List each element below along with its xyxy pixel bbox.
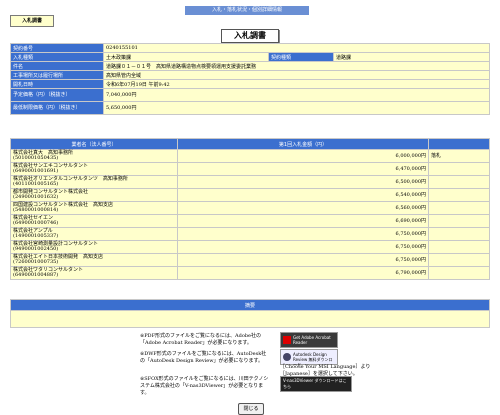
corporate-number: (7260001000735): [13, 259, 59, 265]
bidder-cell: 株式会社オリエンタルコンサルタンツ 高知事務所 (4011001005165): [10, 175, 178, 189]
autodesk-badge[interactable]: Autodesk Design Review 無料ダウンロード: [280, 349, 338, 367]
bid-remark: [428, 266, 490, 280]
bidder-cell: 株式会社サンエキコンサルタント (6490001001691): [10, 162, 178, 176]
info-value: 令和6年07月19日 午前9:42: [103, 79, 490, 89]
bid-remark: [428, 240, 490, 254]
info-row: 開札日時 令和6年07月19日 午前9:42: [10, 79, 490, 89]
bidder-cell: 都市開発コンサルタント株式会社 (2490001001632): [10, 188, 178, 202]
vnas-badge-label: V-nas3DViewer ダウンロードはこちら: [283, 378, 347, 389]
autodesk-icon: [283, 353, 291, 361]
page-title: 入札調書: [221, 29, 279, 43]
info-label: 予定価格（円）（税抜き）: [10, 88, 104, 102]
remarks-header: 摘要: [10, 299, 490, 311]
info-label: 件名: [10, 61, 104, 71]
bidder-cell: 株式会社ワタリコンサルタント (6490001004887): [10, 266, 178, 280]
info-value: 道路課: [333, 52, 490, 62]
table-row: 株式会社オリエンタルコンサルタンツ 高知事務所 (4011001005165) 6,…: [10, 175, 490, 189]
bid-amount: 6,470,000円: [177, 162, 429, 176]
table-row: 株式会社宮崎測量設計コンサルタント (9490001002450) 6,750,00…: [10, 240, 490, 254]
bidder-cell: 四国建設コンサルタント株式会社 高知支店 (5480001000814): [10, 201, 178, 215]
bid-amount: 6,750,000円: [177, 253, 429, 267]
remarks-value: [10, 310, 490, 328]
bid-amount: 6,560,000円: [177, 201, 429, 215]
bid-remark: [428, 214, 490, 228]
section-tag: 入札調書: [10, 15, 54, 27]
table-row: 都市開発コンサルタント株式会社 (2490001001632) 6,540,000円: [10, 188, 490, 202]
bidder-cell: 株式会社セイエン (6490001000746): [10, 214, 178, 228]
bid-amount: 6,500,000円: [177, 175, 429, 189]
bid-remark: 落札: [428, 149, 490, 163]
info-table: 契約番号 0240155101 入札種類 土木政策課 契約種類 道路課 件名 道…: [10, 43, 490, 115]
info-label: 契約種類: [268, 52, 334, 62]
info-row: 入札種類 土木政策課 契約種類 道路課: [10, 52, 490, 62]
bid-amount: 6,540,000円: [177, 188, 429, 202]
info-value: 高知県管内全域: [103, 70, 490, 80]
table-row: 株式会社エイト日本技術開発 高知支店 (7260001000735) 6,750,0…: [10, 253, 490, 267]
info-row: 件名 道路課０１－０１号 高知県道路構造物点検要領運用支援委託業務: [10, 61, 490, 71]
corporate-number: (6490001004887): [13, 272, 59, 278]
table-row: 株式会社サンエキコンサルタント (6490001001691) 6,470,000円: [10, 162, 490, 176]
vnas-viewer-badge[interactable]: V-nas3DViewer ダウンロードはこちら: [280, 376, 352, 392]
info-label: 工事場所又は履行場所: [10, 70, 104, 80]
bidder-cell: 株式会社エイト日本技術開発 高知支店 (7260001000735): [10, 253, 178, 267]
bid-remark: [428, 227, 490, 241]
bid-amount: 6,750,000円: [177, 227, 429, 241]
bid-amount: 6,000,000円: [177, 149, 429, 163]
bid-remark: [428, 175, 490, 189]
table-row: 株式会社真大 高知事務所 (5010001050435) 6,000,000円 落札: [10, 149, 490, 163]
corporate-number: (5480001000814): [13, 207, 59, 213]
bidder-cell: 株式会社真大 高知事務所 (5010001050435): [10, 149, 178, 163]
info-label: 入札種類: [10, 52, 104, 62]
bid-amount: 6,750,000円: [177, 240, 429, 254]
dwf-note: ※DWF形式のファイルをご覧になるには、AutoDesk社の「AutoDesk …: [140, 351, 267, 364]
sfx-note: ※SFOX形式のファイルをご覧になるには、川田テクノシステム株式会社の「V-na…: [140, 376, 269, 396]
bid-amount: 6,690,000円: [177, 214, 429, 228]
info-value: 道路課０１－０１号 高知県道路構造物点検要領運用支援委託業務: [103, 61, 490, 71]
info-row: 最低制限価格（円）（税抜き） 5,650,000円: [10, 101, 490, 115]
bid-header-row: 業者名（法人番号） 第1回入札金額（円）: [10, 138, 490, 150]
bidder-cell: 株式会社アンプル (1490001005337): [10, 227, 178, 241]
info-value: 0240155101: [103, 43, 490, 53]
table-row: 株式会社ワタリコンサルタント (6490001004887) 6,790,000円: [10, 266, 490, 280]
corporate-number: (6490001000746): [13, 220, 59, 226]
info-value: 土木政策課: [103, 52, 269, 62]
bid-amount: 6,790,000円: [177, 266, 429, 280]
corporate-number: (1490001005337): [13, 233, 59, 239]
table-row: 四国建設コンサルタント株式会社 高知支店 (5480001000814) 6,560…: [10, 201, 490, 215]
corporate-number: (2490001001632): [13, 194, 59, 200]
bidder-cell: 株式会社宮崎測量設計コンサルタント (9490001002450): [10, 240, 178, 254]
info-value: 7,040,000円: [103, 88, 490, 102]
corporate-number: (4011001005165): [13, 181, 59, 187]
adobe-reader-badge[interactable]: Get Adobe Acrobat Reader: [280, 332, 338, 348]
info-row: 工事場所又は履行場所 高知県管内全域: [10, 70, 490, 80]
window-title-bar: 入札・落札状況・個別詳細情報: [185, 6, 309, 15]
info-label: 最低制限価格（円）（税抜き）: [10, 101, 104, 115]
corporate-number: (6490001001691): [13, 168, 59, 174]
bid-table: 業者名（法人番号） 第1回入札金額（円） 株式会社真大 高知事務所 (501000…: [10, 138, 490, 280]
pdf-note: ※PDF形式のファイルをご覧になるには、Adobe社の「Adobe Acroba…: [140, 333, 262, 346]
pdf-icon: [283, 336, 291, 344]
remark-column-header: [428, 138, 490, 150]
bid-remark: [428, 162, 490, 176]
info-row: 契約番号 0240155101: [10, 43, 490, 53]
info-label: 開札日時: [10, 79, 104, 89]
bid-remark: [428, 188, 490, 202]
bid-remark: [428, 253, 490, 267]
amount-column-header: 第1回入札金額（円）: [177, 138, 429, 150]
info-label: 契約番号: [10, 43, 104, 53]
bid-remark: [428, 201, 490, 215]
corporate-number: (9490001002450): [13, 246, 59, 252]
table-row: 株式会社セイエン (6490001000746) 6,690,000円: [10, 214, 490, 228]
close-button[interactable]: 閉じる: [238, 403, 264, 415]
info-row: 予定価格（円）（税抜き） 7,040,000円: [10, 88, 490, 102]
bidder-column-header: 業者名（法人番号）: [10, 138, 178, 150]
info-value: 5,650,000円: [103, 101, 490, 115]
remarks-table: 摘要: [10, 299, 490, 328]
corporate-number: (5010001050435): [13, 155, 59, 161]
adobe-badge-label: Get Adobe Acrobat Reader: [293, 335, 331, 345]
table-row: 株式会社アンプル (1490001005337) 6,750,000円: [10, 227, 490, 241]
